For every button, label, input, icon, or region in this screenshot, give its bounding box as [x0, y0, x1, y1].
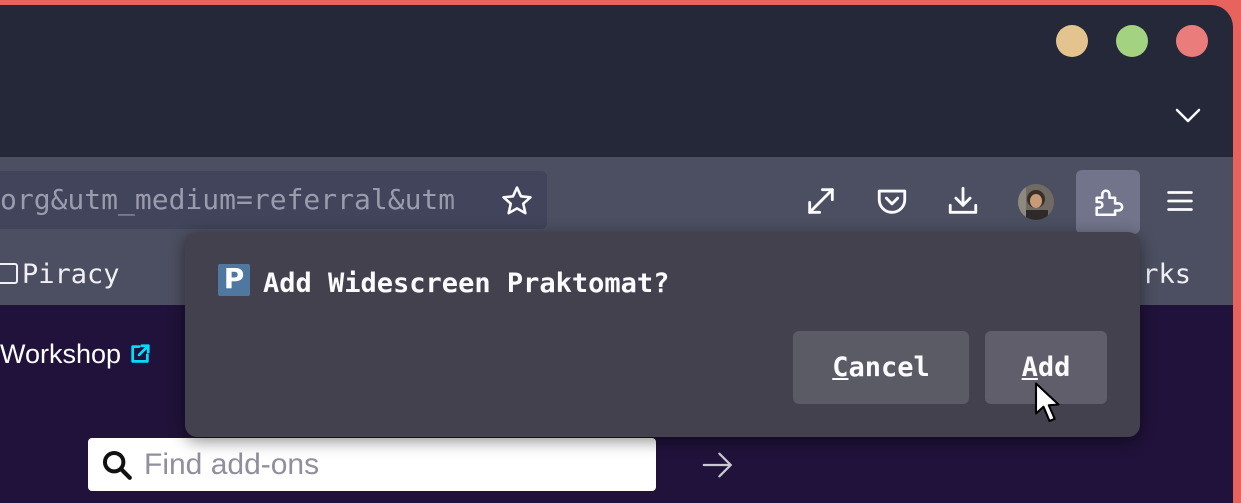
- search-input[interactable]: [144, 438, 594, 491]
- download-icon[interactable]: [946, 184, 980, 218]
- workshop-link[interactable]: Workshop: [0, 339, 151, 370]
- addon-search-bar: [88, 438, 732, 491]
- arrow-right-icon[interactable]: [700, 448, 736, 482]
- puzzle-piece-icon: [1095, 189, 1124, 217]
- search-icon: [102, 450, 132, 480]
- close-button[interactable]: [1176, 25, 1208, 57]
- external-link-icon: [131, 344, 150, 363]
- extension-logo-letter: P: [223, 262, 245, 295]
- bookmark-star-icon[interactable]: [500, 184, 534, 218]
- workshop-link-label: Workshop: [0, 339, 122, 369]
- extensions-button[interactable]: [1076, 170, 1140, 234]
- url-bar[interactable]: org&utm_medium=referral&utm: [0, 171, 547, 229]
- minimize-button[interactable]: [1056, 25, 1088, 57]
- bookmark-folder-label: Piracy: [22, 259, 120, 290]
- cancel-button[interactable]: Cancel: [793, 331, 969, 404]
- account-avatar[interactable]: [1018, 184, 1054, 220]
- pocket-icon[interactable]: [875, 184, 909, 218]
- hamburger-menu-icon[interactable]: [1163, 184, 1197, 218]
- cancel-label: ancel: [848, 352, 930, 383]
- avatar-image: [1018, 184, 1054, 220]
- folder-icon: [0, 263, 18, 284]
- maximize-button[interactable]: [1116, 25, 1148, 57]
- mouse-pointer-icon: [1034, 382, 1060, 423]
- cancel-accesskey: C: [832, 352, 849, 383]
- add-accesskey: A: [1021, 352, 1038, 383]
- add-label: dd: [1037, 352, 1071, 383]
- add-extension-dialog: P Add Widescreen Praktomat? Cancel Add: [185, 232, 1140, 437]
- fullscreen-icon[interactable]: [804, 184, 838, 218]
- bookmark-folder-piracy[interactable]: Piracy: [0, 259, 120, 290]
- chevron-down-icon[interactable]: [1174, 101, 1202, 129]
- dialog-title: Add Widescreen Praktomat?: [263, 268, 670, 299]
- url-text[interactable]: org&utm_medium=referral&utm: [0, 171, 488, 229]
- extension-logo-icon: P: [218, 262, 250, 296]
